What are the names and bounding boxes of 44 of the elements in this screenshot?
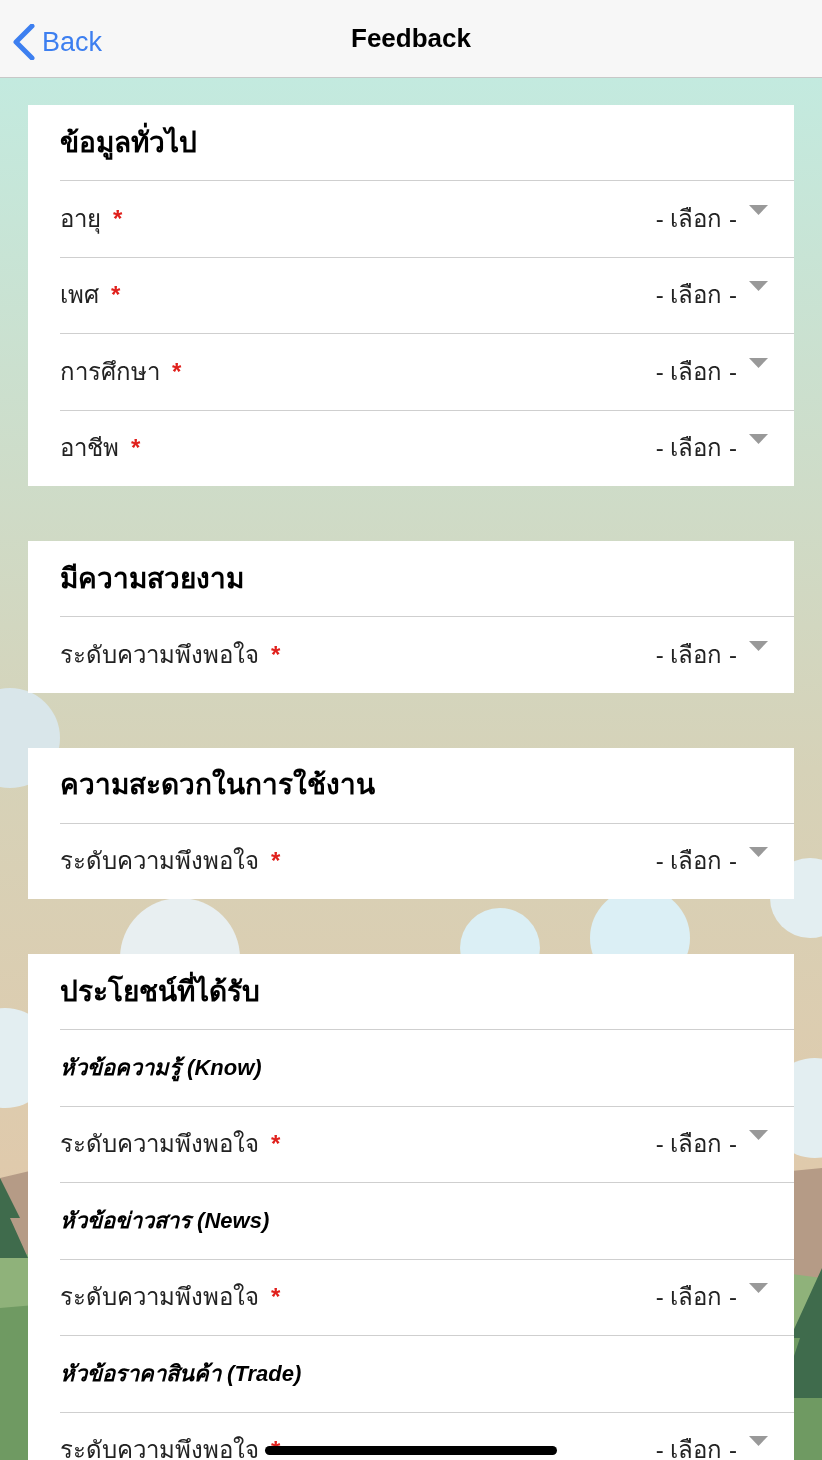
select-dropdown[interactable]: - เลือก - — [655, 277, 768, 314]
required-mark: * — [113, 203, 123, 234]
required-mark: * — [111, 280, 121, 311]
caret-icon — [749, 1436, 768, 1447]
field-label: การศึกษา — [60, 356, 160, 387]
screen-title: Feedback — [351, 22, 471, 55]
subheading: หัวข้อความรู้ (Know) — [60, 1054, 262, 1084]
caret-icon — [749, 1130, 768, 1141]
section-title: ความสะดวกในการใช้งาน — [60, 767, 375, 802]
field-label: เพศ — [60, 280, 99, 311]
select-dropdown[interactable]: - เลือก - — [655, 636, 768, 673]
caret-icon — [749, 281, 768, 292]
section-title: มีความสวยงาม — [60, 561, 244, 596]
caret-icon — [749, 357, 768, 368]
caret-icon — [749, 204, 768, 215]
section-title: ประโยชน์ที่ได้รับ — [60, 970, 260, 1013]
subheading: หัวข้อราคาสินค้า (Trade) — [60, 1360, 302, 1389]
field-label: ระดับความพึงพอใจ — [60, 639, 259, 670]
select-dropdown[interactable]: - เลือก - — [655, 1126, 768, 1163]
field-label: ระดับความพึงพอใจ — [60, 1282, 259, 1313]
select-dropdown[interactable]: - เลือก - — [655, 353, 768, 390]
select-dropdown[interactable]: - เลือก - — [655, 430, 768, 467]
field-label: ระดับความพึงพอใจ — [60, 846, 259, 877]
back-button[interactable]: Back — [12, 22, 103, 63]
field-label: ระดับความพึงพอใจ — [60, 1129, 259, 1160]
field-label: ระดับความพึงพอใจ — [60, 1435, 259, 1460]
select-dropdown[interactable]: - เลือก - — [655, 1432, 768, 1460]
select-dropdown[interactable]: - เลือก - — [655, 843, 768, 880]
select-dropdown[interactable]: - เลือก - — [655, 1279, 768, 1316]
section-title: ข้อมูลทั่วไป — [60, 121, 197, 164]
required-mark: * — [172, 356, 182, 387]
required-mark: * — [271, 846, 281, 877]
subheading: หัวข้อข่าวสาร (News) — [60, 1207, 270, 1236]
back-chevron-icon — [12, 24, 36, 61]
caret-icon — [749, 640, 768, 651]
field-label: อาชีพ — [60, 433, 119, 464]
required-mark: * — [271, 639, 281, 670]
required-mark: * — [131, 433, 141, 464]
select-dropdown[interactable]: - เลือก - — [655, 200, 768, 237]
field-label: อายุ — [60, 203, 101, 236]
required-mark: * — [271, 1129, 281, 1160]
caret-icon — [749, 847, 768, 858]
caret-icon — [749, 434, 768, 445]
required-mark: * — [271, 1282, 281, 1313]
